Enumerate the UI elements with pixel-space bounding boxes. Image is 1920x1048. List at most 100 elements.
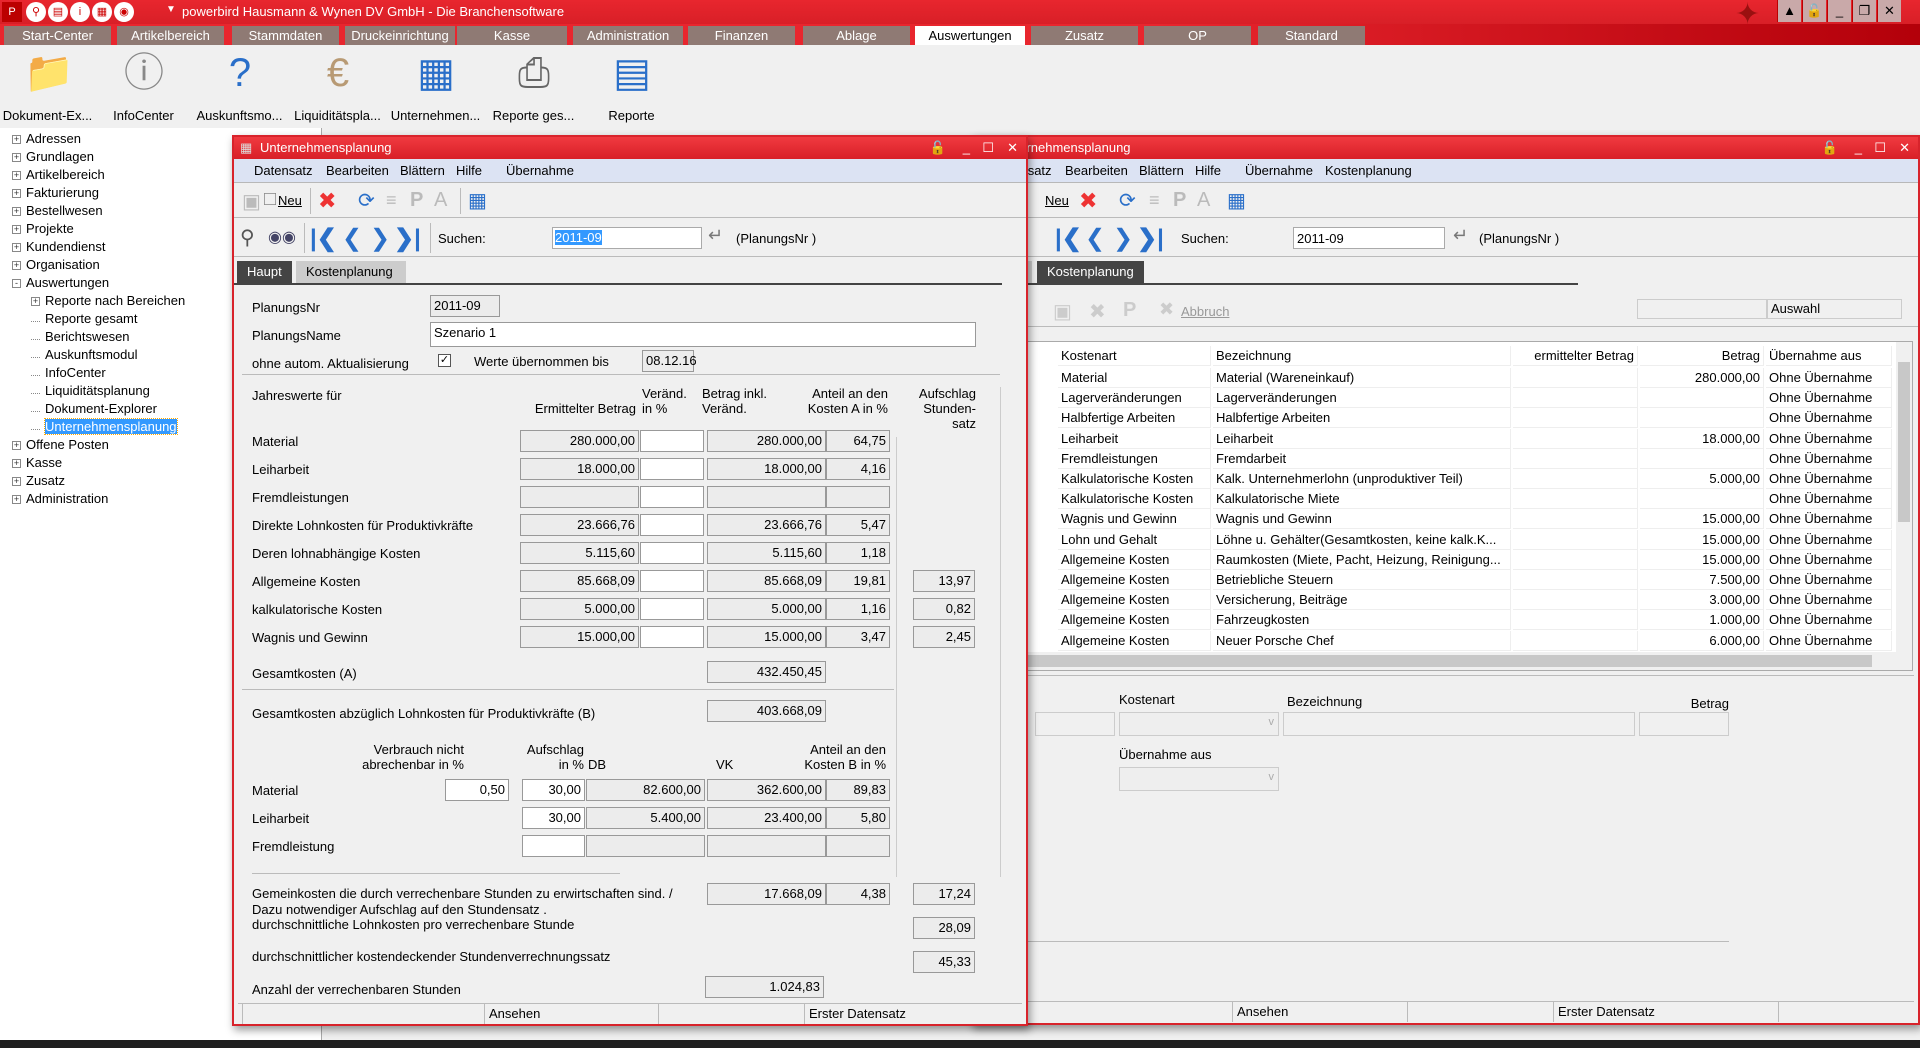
expand-icon[interactable]: + xyxy=(12,225,21,235)
column-header[interactable]: Bezeichnung xyxy=(1213,346,1511,366)
ribbon-button-5[interactable]: ⎙ Reporte ges... xyxy=(486,45,581,125)
ribbon-button-6[interactable]: ▤ Reporte xyxy=(584,45,679,125)
table-row[interactable]: Allgemeine Kosten Fahrzeugkosten 1.000,00 O… xyxy=(1014,610,1892,631)
table-row[interactable]: Allgemeine Kosten Betriebliche Steuern 7.5… xyxy=(1014,570,1892,590)
delete-icon[interactable]: ✖ xyxy=(1079,188,1097,214)
tree-item[interactable]: + Bestellwesen xyxy=(12,202,103,220)
table-row[interactable]: Lohn und Gehalt Löhne u. Gehälter(Gesamtk… xyxy=(1014,529,1892,550)
tree-item[interactable]: + Kundendienst xyxy=(12,238,106,256)
main-tab-administration[interactable]: Administration xyxy=(573,26,683,45)
main-tab-zusatz[interactable]: Zusatz xyxy=(1031,26,1138,45)
tree-item[interactable]: Unternehmensplanung xyxy=(31,418,178,436)
menu-bernahme[interactable]: Übernahme xyxy=(1245,163,1313,178)
scrollbar-thumb[interactable] xyxy=(1898,362,1910,522)
close-button[interactable]: ✕ xyxy=(1877,0,1901,22)
lock-icon[interactable]: 🔓 xyxy=(1822,137,1838,159)
ohne-aktualisierung-checkbox[interactable]: ✓ xyxy=(438,354,451,367)
lock-button[interactable]: 🔓 xyxy=(1802,0,1826,22)
menu-blttern[interactable]: Blättern xyxy=(1139,163,1184,178)
info-icon[interactable]: i xyxy=(70,2,90,22)
planungsname-field[interactable]: Szenario 1 xyxy=(430,322,976,347)
p-icon[interactable]: P xyxy=(1173,189,1186,212)
table-row[interactable]: Wagnis und Gewinn Wagnis und Gewinn 15.000… xyxy=(1014,509,1892,530)
expand-icon[interactable]: + xyxy=(12,261,21,271)
delete-icon[interactable]: ✖ xyxy=(1089,299,1106,324)
veraend-input[interactable] xyxy=(640,486,704,508)
aufschlag-input[interactable]: 30,00 xyxy=(522,779,585,801)
main-tab-kasse[interactable]: Kasse xyxy=(457,26,567,45)
minimize-button[interactable]: _ xyxy=(1827,0,1851,22)
expand-icon[interactable]: + xyxy=(12,495,21,505)
aufschlag-input[interactable] xyxy=(522,835,585,857)
planungsnr-field[interactable]: 2011-09 xyxy=(430,295,500,317)
tree-item[interactable]: - Auswertungen xyxy=(12,274,109,292)
kostenart-combo[interactable] xyxy=(1119,712,1279,736)
table-row[interactable]: Kalkulatorische Kosten Kalkulatorische Mi… xyxy=(1014,489,1892,510)
main-tab-auswertungen[interactable]: Auswertungen xyxy=(915,26,1025,45)
abbruch-button[interactable]: Abbruch xyxy=(1181,304,1229,319)
next-record-icon[interactable]: ❯ xyxy=(1113,224,1133,253)
auswahl-button[interactable]: Auswahl xyxy=(1767,299,1902,319)
table-row[interactable]: Fremdleistungen Fremdarbeit Ohne Übernahme xyxy=(1014,448,1892,469)
veraend-input[interactable] xyxy=(640,598,704,620)
p-icon[interactable]: P xyxy=(1123,299,1136,322)
search-icon[interactable]: ⚲ xyxy=(26,2,46,22)
main-tab-startcenter[interactable]: Start-Center xyxy=(4,26,111,45)
main-tab-artikelbereich[interactable]: Artikelbereich xyxy=(117,26,224,45)
expand-icon[interactable]: + xyxy=(12,477,21,487)
tree-item[interactable]: Dokument-Explorer xyxy=(31,400,157,418)
expand-icon[interactable]: + xyxy=(12,171,21,181)
tree-item[interactable]: + Projekte xyxy=(12,220,74,238)
betrag-field[interactable] xyxy=(1639,712,1729,736)
veraend-input[interactable] xyxy=(640,514,704,536)
table-row[interactable]: Allgemeine Kosten Raumkosten (Miete, Pach… xyxy=(1014,549,1892,570)
tree-item[interactable]: + Grundlagen xyxy=(12,148,94,166)
tree-item[interactable]: Auskunftsmodul xyxy=(31,346,138,364)
tree-item[interactable]: + Kasse xyxy=(12,454,62,472)
tree-item[interactable]: + Fakturierung xyxy=(12,184,99,202)
car-icon[interactable]: ◉ xyxy=(114,2,134,22)
veraend-input[interactable] xyxy=(640,542,704,564)
font-icon[interactable]: A xyxy=(1197,189,1210,212)
tree-item[interactable]: InfoCenter xyxy=(31,364,106,382)
menu-kostenplanung[interactable]: Kostenplanung xyxy=(1325,163,1412,178)
expand-icon[interactable]: + xyxy=(31,297,40,307)
tab-kostenplanung[interactable]: Kostenplanung xyxy=(1037,261,1144,283)
maximize-button[interactable]: ☐ xyxy=(1874,137,1886,159)
aufschlag-input[interactable]: 30,00 xyxy=(522,807,585,829)
expand-icon[interactable]: + xyxy=(12,441,21,451)
ribbon-button-1[interactable]: ⓘ InfoCenter xyxy=(96,45,191,125)
ribbon-button-3[interactable]: € Liquiditätspla... xyxy=(290,45,385,125)
save-icon[interactable]: ▣ xyxy=(1053,299,1072,324)
table-row[interactable]: Material Material (Wareneinkauf) 280.000,0… xyxy=(1014,368,1892,388)
main-tab-standard[interactable]: Standard xyxy=(1258,26,1365,45)
tree-item[interactable]: Liquiditätsplanung xyxy=(31,382,150,400)
table-row[interactable]: Lagerveränderungen Lagerveränderungen Ohne… xyxy=(1014,388,1892,409)
veraend-input[interactable] xyxy=(640,458,704,480)
menu-hilfe[interactable]: Hilfe xyxy=(1195,163,1221,178)
table-row[interactable]: Leiharbeit Leiharbeit 18.000,00 Ohne Überna… xyxy=(1014,428,1892,449)
expand-icon[interactable]: + xyxy=(12,153,21,163)
scrollbar-thumb[interactable] xyxy=(1016,655,1872,667)
table-row[interactable]: Allgemeine Kosten Neuer Porsche Chef 6.000… xyxy=(1014,630,1892,651)
tree-item[interactable]: + Zusatz xyxy=(12,472,65,490)
column-header[interactable]: Kostenart xyxy=(1058,346,1211,366)
auswahl-filter[interactable] xyxy=(1637,299,1767,319)
first-record-icon[interactable]: |❮ xyxy=(1055,224,1082,253)
minimize-button[interactable]: _ xyxy=(1855,137,1862,159)
previous-record-icon[interactable]: ❮ xyxy=(1085,224,1105,253)
report-icon[interactable]: ▦ xyxy=(1227,188,1246,213)
list-icon[interactable]: ≡ xyxy=(1149,190,1160,211)
main-tab-ablage[interactable]: Ablage xyxy=(803,26,910,45)
tree-item[interactable]: + Adressen xyxy=(12,130,81,148)
calculator-icon[interactable]: ▦ xyxy=(92,2,112,22)
tree-item[interactable]: + Offene Posten xyxy=(12,436,109,454)
veraend-input[interactable] xyxy=(640,570,704,592)
enter-icon[interactable]: ↵ xyxy=(1453,225,1468,246)
ribbon-button-4[interactable]: ▦ Unternehmen... xyxy=(388,45,483,125)
tree-item[interactable]: + Organisation xyxy=(12,256,100,274)
tree-item[interactable]: + Administration xyxy=(12,490,108,508)
quick-access-dropdown-icon[interactable]: ▼ xyxy=(166,4,176,15)
table-row[interactable]: Halbfertige Arbeiten Halbfertige Arbeiten… xyxy=(1014,408,1892,429)
expand-icon[interactable]: + xyxy=(12,135,21,145)
